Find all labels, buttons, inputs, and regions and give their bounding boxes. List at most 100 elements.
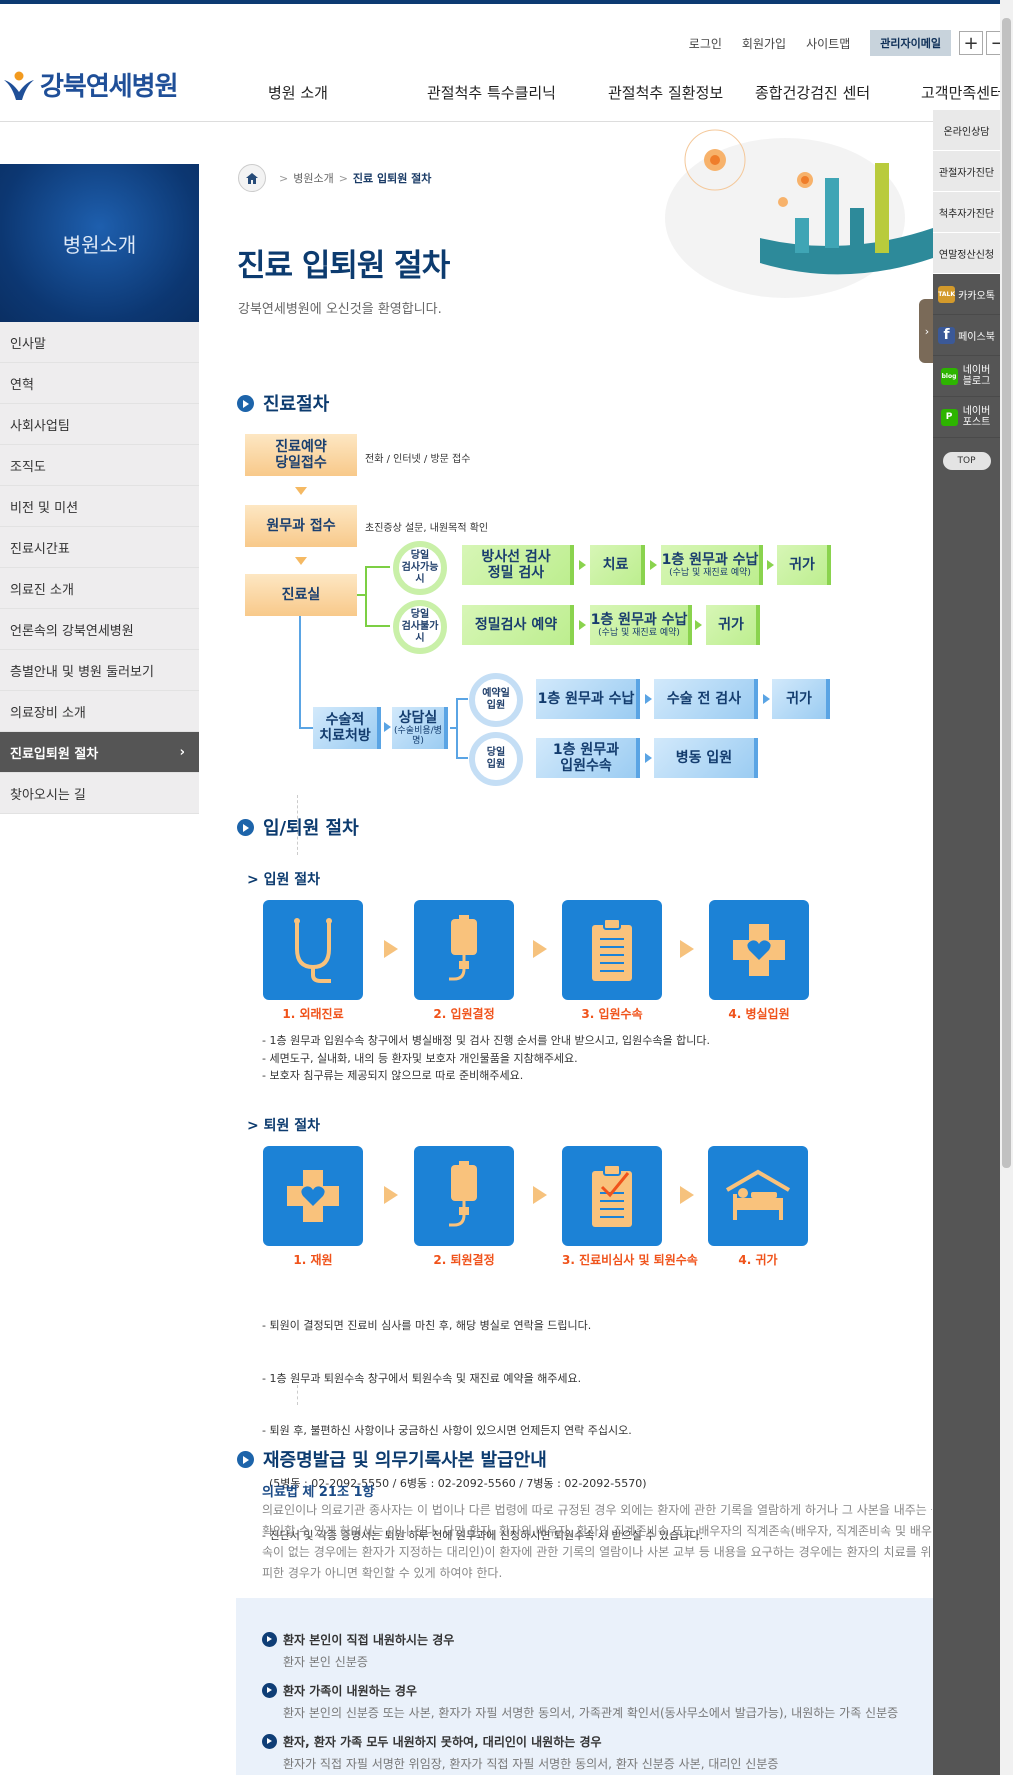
sidebar-item-label: 진료시간표 [10, 541, 70, 557]
law-line: 속이 없는 경우에는 환자가 지정하는 대리인)이 환자에 관한 기록의 열람이… [262, 1545, 932, 1559]
discharge-step-4: 4. 귀가 [708, 1146, 808, 1268]
admission-subtitle-text: 입원 절차 [263, 872, 321, 888]
flow-home: 귀가 [777, 545, 831, 585]
connector-line [456, 698, 458, 758]
scrollbar-thumb[interactable] [1002, 18, 1011, 1168]
admission-step-3: 3. 입원수속 [562, 900, 662, 1022]
step-label: 1. 외래진료 [282, 1007, 344, 1021]
quick-tax-settlement[interactable]: 연말정산신청 [933, 233, 1000, 274]
sidebar-item-social-work[interactable]: 사회사업팀 [0, 404, 199, 445]
page-subtitle: 강북연세병원에 오신것을 환영합니다. [238, 302, 442, 317]
checked-clipboard-icon [562, 1146, 662, 1246]
gnb-item-disease-info[interactable]: 관절척추 질환정보 [608, 82, 723, 103]
step-label: 2. 입원결정 [433, 1007, 495, 1021]
document-item-proxy: 환자, 환자 가족 모두 내원하지 못하여, 대리인이 내원하는 경우 환자가 … [262, 1733, 778, 1772]
sidebar-item-label: 인사말 [10, 336, 46, 352]
arrow-right-icon [533, 940, 547, 958]
document-item-family: 환자 가족이 내원하는 경우 환자 본인의 신분증 또는 사본, 환자가 자필 … [262, 1682, 898, 1721]
top-accent-bar [0, 0, 1013, 4]
connector-line [365, 625, 390, 627]
arrow-right-icon [645, 753, 652, 763]
section-title-treatment: 진료절차 [237, 390, 329, 416]
flow-treat: 치료 [590, 545, 645, 585]
bullet-arrow-icon [262, 1632, 277, 1647]
sidebar-item-directions[interactable]: 찾아오시는 길 [0, 773, 199, 814]
flow-clinic: 진료실 [245, 574, 357, 616]
quick-spine-self-check[interactable]: 척추자가진단 [933, 192, 1000, 233]
arrow-right-icon [650, 560, 657, 570]
connector-line [365, 566, 390, 568]
gnb-item-customer[interactable]: 고객만족센터 [921, 82, 1004, 103]
scroll-top-button[interactable]: TOP [942, 452, 991, 470]
bullet-arrow-icon [237, 1450, 254, 1468]
sidebar-item-press[interactable]: 언론속의 강북연세병원 [0, 609, 199, 650]
sidebar-item-doctors[interactable]: 의료진 소개 [0, 568, 199, 609]
admission-subtitle: > 입원 절차 [247, 872, 321, 888]
law-line: 확인할 수 있게 하여서는 아니 된다. 다만 환자, 환자의 배우자, 환자의… [262, 1524, 932, 1538]
sidebar-item-vision[interactable]: 비전 및 미션 [0, 486, 199, 527]
flow-counsel: 상담실 (수술비용/병명) [392, 707, 448, 749]
login-link[interactable]: 로그인 [689, 35, 722, 52]
sidebar-item-equipment[interactable]: 의료장비 소개 [0, 691, 199, 732]
kakaotalk-icon: TALK [938, 285, 956, 303]
arrow-right-icon [384, 1186, 398, 1204]
breadcrumb-parent[interactable]: 병원소개 [293, 170, 333, 186]
quick-joint-self-check[interactable]: 관절자가진단 [933, 151, 1000, 192]
sidebar-item-history[interactable]: 연혁 [0, 363, 199, 404]
sidebar-item-greeting[interactable]: 인사말 [0, 322, 199, 363]
arrow-right-icon [680, 1186, 694, 1204]
flow-pay1-note: (수납 및 재진료 예약) [669, 567, 751, 578]
naver-post-icon: P [940, 408, 958, 426]
quick-naver-blog[interactable]: blog 네이버 블로그 [933, 356, 1000, 397]
flow-xray: 방사선 검사 정밀 검사 [462, 545, 574, 585]
sidebar-item-label: 의료진 소개 [10, 582, 74, 598]
breadcrumb-separator: > [338, 171, 348, 185]
flow-reserved-admission: 예약일 입원 [469, 673, 523, 727]
admission-step-4: 4. 병실입원 [709, 900, 809, 1022]
document-text: 환자가 직접 자필 서명한 위임장, 환자가 직접 자필 서명한 동의서, 환자… [283, 1757, 779, 1771]
quick-online-consult[interactable]: 온라인상담 [933, 110, 1000, 151]
flow-pay3: 1층 원무과 수납 [536, 679, 640, 719]
home-icon[interactable] [238, 164, 266, 192]
arrow-right-icon [579, 560, 586, 570]
sidebar-item-label: 층별안내 및 병원 둘러보기 [10, 664, 154, 680]
arrow-right-icon [384, 940, 398, 958]
sidebar-item-label: 진료입퇴원 절차 [10, 746, 99, 762]
quick-kakaotalk[interactable]: TALK 카카오톡 [933, 274, 1000, 315]
bullet-arrow-icon [237, 818, 254, 836]
sitemap-link[interactable]: 사이트맵 [806, 35, 850, 52]
quick-naver-post[interactable]: P 네이버 포스트 [933, 397, 1000, 438]
step-label: 4. 병실입원 [728, 1007, 790, 1021]
sidebar-item-admission[interactable]: 진료입퇴원 절차 › [0, 732, 199, 773]
sidebar-item-org-chart[interactable]: 조직도 [0, 445, 199, 486]
admission-step-1: 1. 외래진료 [263, 900, 363, 1022]
gnb-item-checkup[interactable]: 종합건강검진 센터 [755, 82, 870, 103]
flow-pre-op: 수술 전 검사 [654, 679, 758, 719]
discharge-note: - 퇴원 후, 불편하신 사항이나 궁금하신 사항이 있으시면 언제든지 연락 … [262, 1424, 632, 1437]
sidebar-item-floor-guide[interactable]: 층별안내 및 병원 둘러보기 [0, 650, 199, 691]
discharge-step-3: 3. 진료비심사 및 퇴원수속 [562, 1146, 698, 1268]
flow-pay1: 1층 원무과 수납 (수납 및 재진료 예약) [661, 545, 763, 585]
zoom-in-button[interactable]: + [959, 31, 983, 55]
gnb-item-clinic[interactable]: 관절척추 특수클리닉 [427, 82, 556, 103]
bullet-arrow-icon [262, 1683, 277, 1698]
document-heading: 환자 가족이 내원하는 경우 [283, 1684, 417, 1698]
breadcrumb-separator: > [279, 171, 289, 185]
arrow-right-icon [579, 620, 586, 630]
join-link[interactable]: 회원가입 [742, 35, 786, 52]
flow-surgery: 수술적 치료처방 [313, 707, 381, 749]
discharge-step-1: 1. 재원 [263, 1146, 363, 1268]
quick-facebook[interactable]: f 페이스북 [933, 315, 1000, 356]
clipboard-icon [562, 900, 662, 1000]
document-heading: 환자, 환자 가족 모두 내원하지 못하여, 대리인이 내원하는 경우 [283, 1735, 602, 1749]
arrow-right-icon [680, 940, 694, 958]
section-title-documents: 재증명발급 및 의무기록사본 발급안내 [237, 1446, 547, 1472]
section-title-text: 진료절차 [263, 394, 330, 415]
flow-home3: 귀가 [772, 679, 830, 719]
breadcrumb: > 병원소개 > 진료 입퇴원 절차 [238, 164, 431, 192]
sidebar-item-schedule[interactable]: 진료시간표 [0, 527, 199, 568]
admin-email-button[interactable]: 관리자이메일 [870, 30, 951, 56]
law-text: 의료인이나 의료기관 종사자는 이 법이나 다른 법령에 따로 규정된 경우 외… [262, 1500, 932, 1586]
section-title-text: 재증명발급 및 의무기록사본 발급안내 [263, 1450, 547, 1471]
gnb-item-about[interactable]: 병원 소개 [268, 82, 328, 103]
